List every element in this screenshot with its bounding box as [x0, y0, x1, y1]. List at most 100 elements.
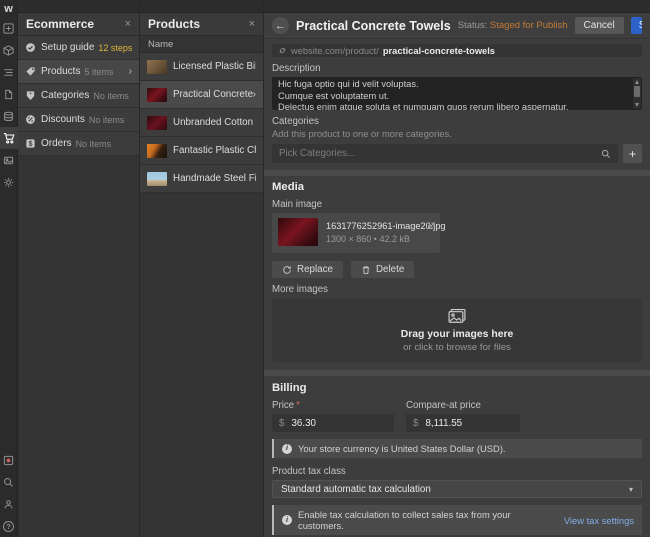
products-panel: Products × Name Licensed Plastic Bike Pr…: [140, 0, 264, 537]
section-general: website.com/product/practical-concrete-t…: [264, 39, 650, 170]
video-tutorials-icon[interactable]: [0, 449, 18, 471]
tax-note: Enable tax calculation to collect sales …: [298, 509, 558, 531]
product-row[interactable]: Unbranded Cotton Car: [140, 109, 263, 137]
close-icon[interactable]: ×: [125, 18, 131, 30]
ecommerce-cart-icon[interactable]: [0, 127, 18, 149]
more-images-label: More images: [272, 284, 642, 295]
chevron-right-icon: ›: [253, 89, 256, 100]
currency-prefix: $: [279, 418, 284, 429]
navigator-icon[interactable]: [0, 61, 18, 83]
info-icon: i: [282, 515, 292, 525]
sidebar-item-setup-guide[interactable]: Setup guide 12 steps left: [18, 36, 139, 60]
save-button[interactable]: Save ▾: [631, 17, 642, 34]
scrollbar-thumb[interactable]: [634, 86, 640, 97]
symbols-cube-icon[interactable]: [0, 39, 18, 61]
product-thumbnail: [147, 116, 167, 130]
cms-database-icon[interactable]: [0, 105, 18, 127]
image-dropzone[interactable]: Drag your images here or click to browse…: [272, 298, 642, 362]
item-count: No items: [76, 139, 112, 149]
pages-icon[interactable]: [0, 83, 18, 105]
add-elements-icon[interactable]: [0, 17, 18, 39]
products-panel-header: Products ×: [140, 13, 263, 36]
currency-info-banner: i Your store currency is United States D…: [272, 439, 642, 458]
delete-image-button[interactable]: Delete: [351, 261, 414, 278]
orders-dollar-icon: $: [25, 138, 36, 149]
community-icon[interactable]: [0, 493, 18, 515]
price-input[interactable]: $ 36.30: [272, 414, 394, 432]
tag-icon: [25, 66, 36, 77]
open-image-external-icon[interactable]: [427, 217, 435, 235]
categories-input[interactable]: Pick Categories...: [272, 144, 618, 163]
top-strip: [264, 0, 650, 13]
textarea-scrollbar[interactable]: [633, 78, 641, 109]
product-row[interactable]: Licensed Plastic Bike: [140, 53, 263, 81]
product-row-selected[interactable]: Practical Concrete To... ›: [140, 81, 263, 109]
page-title: Practical Concrete Towels: [296, 19, 451, 33]
replace-image-button[interactable]: Replace: [272, 261, 343, 278]
trash-icon: [361, 265, 371, 275]
ecommerce-panel-header: Ecommerce ×: [18, 13, 139, 36]
section-media: Media Main image 1631776252961-image20.j…: [264, 176, 650, 370]
dropzone-subtitle: or click to browse for files: [403, 342, 511, 353]
ecommerce-panel: Ecommerce × Setup guide 12 steps left Pr…: [18, 0, 140, 537]
close-icon[interactable]: ×: [249, 18, 255, 30]
view-tax-settings-link[interactable]: View tax settings: [564, 515, 634, 526]
sidebar-item-orders[interactable]: $ Orders No items: [18, 132, 139, 156]
compare-price-input[interactable]: $ 8,111.55: [406, 414, 520, 432]
scroll-down-arrow[interactable]: [635, 103, 639, 107]
assets-icon[interactable]: [0, 149, 18, 171]
cancel-button[interactable]: Cancel: [575, 17, 624, 34]
scroll-up-arrow[interactable]: [635, 80, 639, 84]
tax-class-label: Product tax class: [272, 466, 642, 477]
main-image-label: Main image: [272, 199, 642, 210]
sidebar-item-products[interactable]: Products 5 items ›: [18, 60, 139, 84]
compare-price-field: Compare-at price $ 8,111.55: [406, 394, 520, 432]
section-billing: Billing Price* $ 36.30 Compare-at price …: [264, 376, 650, 537]
sidebar-item-label: Discounts: [41, 114, 85, 125]
panel-filler: [18, 156, 139, 537]
description-textarea[interactable]: Hic fuga optio qui id velit voluptas. Cu…: [272, 77, 642, 110]
compare-price-value: 8,111.55: [425, 418, 462, 429]
compare-price-label: Compare-at price: [406, 400, 520, 411]
app-window: w: [0, 0, 650, 537]
help-icon[interactable]: ?: [0, 515, 18, 537]
currency-note: Your store currency is United States Dol…: [298, 443, 506, 454]
main-image-card[interactable]: 1631776252961-image20.jpg 1300 × 860 • 4…: [272, 213, 440, 253]
product-thumbnail: [147, 172, 167, 186]
webflow-logo: w: [0, 0, 17, 17]
tax-info-banner: i Enable tax calculation to collect sale…: [272, 505, 642, 535]
info-icon: i: [282, 444, 292, 454]
add-category-button[interactable]: +: [623, 144, 642, 163]
product-row[interactable]: Fantastic Plastic Chair: [140, 137, 263, 165]
description-wrap: Hic fuga optio qui id velit voluptas. Cu…: [272, 77, 642, 110]
chevron-right-icon: ›: [129, 66, 132, 77]
product-editor: ← Practical Concrete Towels Status: Stag…: [264, 0, 650, 537]
sidebar-item-categories[interactable]: Categories No items: [18, 84, 139, 108]
search-icon[interactable]: [0, 471, 18, 493]
back-button[interactable]: ←: [272, 17, 289, 34]
product-thumbnail: [147, 60, 167, 74]
sidebar-item-label: Products: [41, 66, 80, 77]
delete-label: Delete: [376, 264, 404, 275]
sidebar-item-discounts[interactable]: Discounts No items: [18, 108, 139, 132]
price-fields: Price* $ 36.30 Compare-at price $ 8,111.…: [272, 394, 642, 432]
slug-prefix: website.com/product/: [291, 46, 379, 56]
save-button-label[interactable]: Save: [631, 17, 642, 34]
status-badge: Staged for Publish: [490, 20, 568, 31]
image-dimensions: 1300 × 860 • 42.2 kB: [326, 234, 446, 244]
ecommerce-panel-title: Ecommerce: [26, 17, 94, 31]
settings-gear-icon[interactable]: [0, 171, 18, 193]
item-count: 5 items: [84, 67, 113, 77]
status-text: Status: Staged for Publish: [458, 20, 568, 31]
steps-left-badge: 12 steps left: [98, 43, 132, 53]
tax-class-select[interactable]: Standard automatic tax calculation ▾: [272, 480, 642, 498]
slug-input[interactable]: website.com/product/practical-concrete-t…: [272, 44, 642, 57]
select-caret-icon: ▾: [629, 485, 633, 494]
check-circle-icon: [25, 42, 36, 53]
products-panel-title: Products: [148, 17, 200, 31]
product-name: Practical Concrete To...: [173, 89, 253, 100]
images-stack-icon: [446, 308, 468, 327]
panel-filler: [140, 193, 263, 537]
search-icon: [601, 149, 611, 159]
product-row[interactable]: Handmade Steel Fish: [140, 165, 263, 193]
